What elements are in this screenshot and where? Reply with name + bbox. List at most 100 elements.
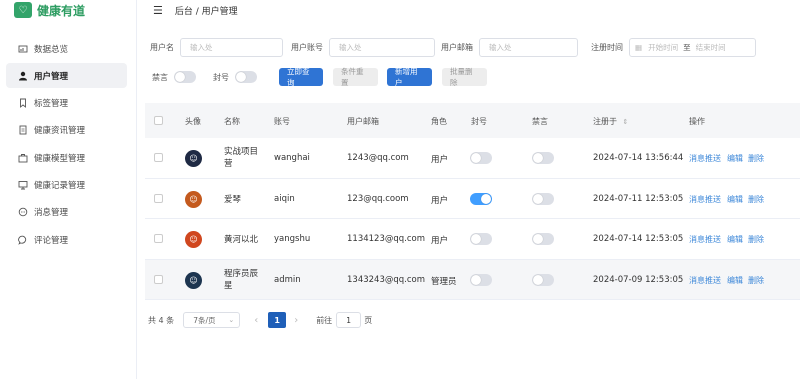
- select-all-checkbox[interactable]: [154, 116, 163, 125]
- edit-link[interactable]: 编辑: [727, 153, 743, 164]
- user-account: yangshu: [274, 234, 311, 244]
- batch-delete-button[interactable]: 批量删除: [442, 67, 487, 87]
- prev-page-icon[interactable]: ‹: [254, 315, 258, 326]
- document-icon: [18, 125, 28, 135]
- push-message-link[interactable]: 消息推送: [689, 234, 721, 245]
- row-checkbox[interactable]: [154, 153, 163, 162]
- user-email: 1343243@qq.com: [347, 274, 426, 285]
- user-icon: [18, 71, 28, 81]
- edit-link[interactable]: 编辑: [727, 194, 743, 205]
- mute-toggle[interactable]: [532, 233, 554, 245]
- sidebar-item-dashboard[interactable]: 数据总览: [6, 36, 127, 61]
- user-account: wanghai: [274, 153, 310, 163]
- user-role: 管理员: [431, 276, 457, 287]
- email-label: 用户邮箱: [441, 43, 473, 52]
- sidebar: ♡ 健康有道 数据总览 用户管理 标签管理 健康资讯管理 健康模型管理 健康记录…: [0, 0, 137, 379]
- header-name: 名称: [224, 117, 240, 126]
- username-input[interactable]: 输入处: [180, 38, 283, 57]
- user-name: 爱琴: [224, 194, 242, 205]
- sidebar-item-label: 用户管理: [34, 71, 69, 82]
- mute-filter-toggle[interactable]: [174, 71, 196, 83]
- user-account: admin: [274, 274, 301, 285]
- email-input[interactable]: 输入处: [479, 38, 578, 57]
- user-role: 用户: [431, 155, 449, 165]
- sidebar-menu: 数据总览 用户管理 标签管理 健康资讯管理 健康模型管理 健康记录管理 消息管理: [6, 36, 127, 254]
- sidebar-item-models[interactable]: 健康模型管理: [6, 145, 127, 170]
- sidebar-item-records[interactable]: 健康记录管理: [6, 172, 127, 197]
- goto-page-input[interactable]: 1: [336, 312, 362, 328]
- user-email: 1243@qq.com: [347, 153, 409, 163]
- breadcrumb: 后台 / 用户管理: [174, 6, 238, 17]
- sidebar-item-label: 消息管理: [34, 208, 69, 219]
- total-count: 共 4 条: [148, 315, 175, 325]
- avatar: ☺: [185, 231, 202, 248]
- monitor-icon: [18, 180, 28, 190]
- delete-link[interactable]: 删除: [748, 194, 764, 205]
- range-separator: 至: [683, 43, 691, 52]
- user-role: 用户: [431, 236, 449, 246]
- row-checkbox[interactable]: [154, 274, 163, 284]
- header-account: 账号: [274, 117, 290, 126]
- menu-toggle-icon[interactable]: ☰: [153, 4, 163, 17]
- push-message-link[interactable]: 消息推送: [689, 275, 721, 286]
- heart-icon: ♡: [14, 2, 32, 18]
- push-message-link[interactable]: 消息推送: [689, 153, 721, 164]
- header-avatar: 头像: [185, 117, 201, 126]
- sidebar-item-comments[interactable]: 评论管理: [6, 227, 127, 252]
- ban-toggle[interactable]: [470, 233, 492, 245]
- brand-logo[interactable]: ♡ 健康有道: [14, 0, 85, 20]
- topbar: ☰ 后台 / 用户管理: [137, 0, 800, 20]
- avatar: ☺: [185, 190, 202, 208]
- edit-link[interactable]: 编辑: [727, 234, 743, 245]
- sidebar-item-label: 标签管理: [34, 99, 69, 110]
- page-size-select[interactable]: 7条/页 ⌄: [183, 312, 241, 328]
- sidebar-item-messages[interactable]: 消息管理: [6, 200, 127, 225]
- sidebar-item-tags[interactable]: 标签管理: [6, 91, 127, 116]
- users-table: 头像 名称 账号 用户邮箱 角色 封号 禁言 注册于 ⇕ 操作 ☺ 实战项目营 wa…: [145, 103, 800, 300]
- sort-icon[interactable]: ⇕: [623, 118, 629, 126]
- username-label: 用户名: [150, 43, 174, 52]
- user-account: aiqin: [274, 193, 295, 204]
- header-registered[interactable]: 注册于 ⇕: [593, 116, 628, 127]
- brand-name: 健康有道: [37, 3, 86, 18]
- date-range-picker[interactable]: ▦ 开始时间 至 结束时间: [629, 38, 756, 57]
- sidebar-item-label: 评论管理: [34, 235, 69, 246]
- mute-toggle[interactable]: [532, 192, 554, 205]
- next-page-icon[interactable]: ›: [294, 315, 298, 326]
- add-user-button[interactable]: 新增用户: [387, 67, 432, 87]
- table-row: ☺ 黄河以北 yangshu 1134123@qq.com 用户 2024-07-14 1…: [145, 219, 800, 260]
- row-checkbox[interactable]: [154, 193, 163, 203]
- user-email: 1134123@qq.com: [347, 234, 426, 244]
- account-input[interactable]: 输入处: [329, 38, 435, 57]
- delete-link[interactable]: 删除: [748, 275, 764, 286]
- sidebar-item-users[interactable]: 用户管理: [6, 63, 127, 89]
- registered-time: 2024-07-14 13:56:44: [593, 153, 684, 163]
- edit-link[interactable]: 编辑: [727, 275, 743, 286]
- mute-toggle[interactable]: [532, 152, 554, 164]
- ban-filter-toggle[interactable]: [235, 71, 257, 83]
- sidebar-item-label: 健康模型管理: [34, 153, 86, 164]
- delete-link[interactable]: 删除: [748, 234, 764, 245]
- calendar-icon: ▦: [635, 43, 643, 52]
- ban-toggle[interactable]: [470, 152, 492, 164]
- avatar: ☺: [185, 271, 202, 289]
- push-message-link[interactable]: 消息推送: [689, 194, 721, 205]
- avatar: ☺: [185, 150, 202, 167]
- header-email: 用户邮箱: [347, 117, 379, 126]
- query-button[interactable]: 立即查询: [279, 67, 323, 87]
- start-date-placeholder: 开始时间: [648, 43, 679, 52]
- user-email: 123@qq.coom: [347, 193, 409, 204]
- sidebar-item-news[interactable]: 健康资讯管理: [6, 118, 127, 143]
- page-1-button[interactable]: 1: [268, 312, 287, 328]
- header-ban: 封号: [471, 117, 487, 126]
- chat-icon: [18, 207, 28, 217]
- header-actions: 操作: [689, 117, 705, 126]
- row-checkbox[interactable]: [154, 234, 163, 243]
- ban-toggle[interactable]: [470, 273, 492, 286]
- reset-button[interactable]: 条件重置: [333, 67, 378, 87]
- mute-toggle[interactable]: [532, 273, 554, 286]
- table-header: 头像 名称 账号 用户邮箱 角色 封号 禁言 注册于 ⇕ 操作: [145, 103, 800, 138]
- ban-toggle[interactable]: [470, 192, 492, 205]
- delete-link[interactable]: 删除: [748, 153, 764, 164]
- briefcase-icon: [18, 153, 28, 163]
